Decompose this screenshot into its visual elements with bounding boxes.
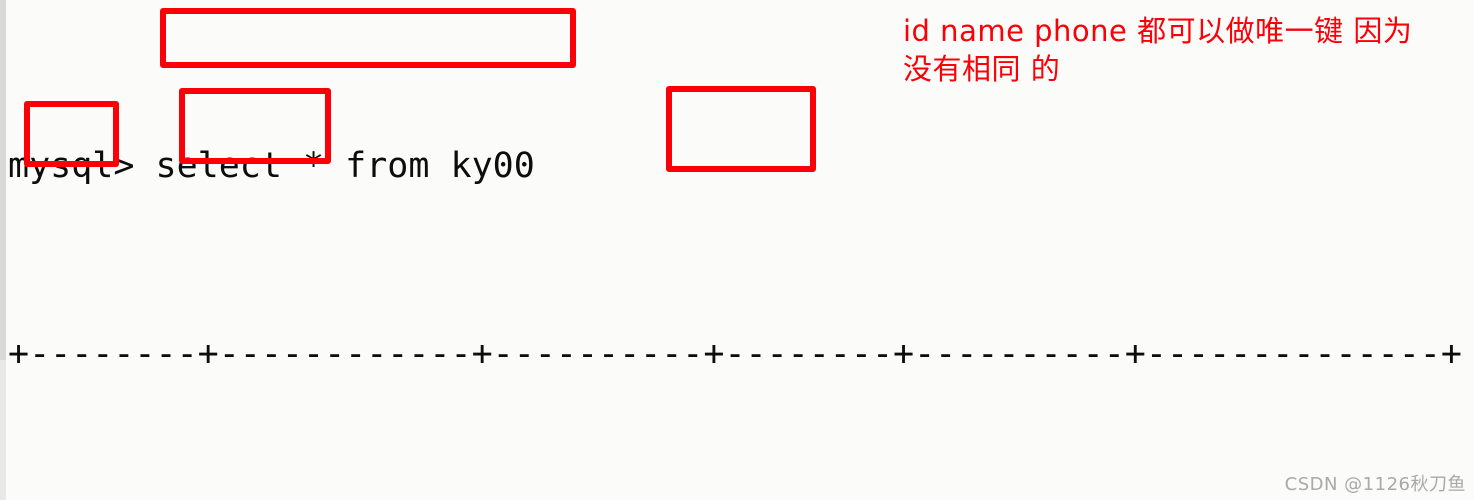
table-top-border: +--------+------------+----------+------… (8, 334, 1462, 374)
window-left-edge (0, 0, 6, 500)
terminal-screenshot: mysql> select * from ky00 +--------+----… (0, 0, 1474, 500)
mysql-prompt: mysql> (8, 146, 156, 186)
prompt-line: mysql> select * from ky00 (8, 141, 1468, 197)
scrollbar-thumb[interactable] (0, 0, 6, 360)
csdn-watermark: CSDN @1126秋刀鱼 (1284, 474, 1466, 495)
sql-command[interactable]: select * from ky00 (156, 146, 535, 186)
unique-key-note: id name phone 都可以做唯一键 因为 没有相同 的 (903, 14, 1413, 86)
